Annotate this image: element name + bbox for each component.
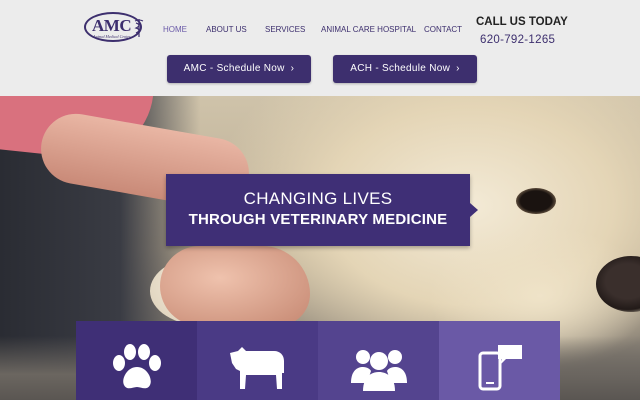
mobile-chat-icon — [478, 345, 522, 391]
hero-banner: CHANGING LIVES THROUGH VETERINARY MEDICI… — [166, 174, 478, 246]
people-icon — [350, 350, 407, 391]
paw-icon — [112, 344, 161, 389]
phone-number-link[interactable]: 620-792-1265 — [480, 34, 555, 46]
hero-headline-line2: THROUGH VETERINARY MEDICINE — [188, 211, 448, 228]
nav-animal-care-hospital[interactable]: ANIMAL CARE HOSPITAL — [321, 25, 416, 37]
hero-photo-hand — [160, 246, 310, 326]
nav-services[interactable]: SERVICES — [265, 25, 305, 37]
ach-schedule-button[interactable]: ACH - Schedule Now › — [333, 55, 477, 83]
hero-headline-line1: CHANGING LIVES — [243, 189, 393, 208]
tile-contact-mobile[interactable] — [439, 321, 560, 400]
nav-about-us[interactable]: ABOUT US — [206, 25, 247, 37]
nav-contact[interactable]: CONTACT — [424, 25, 462, 37]
amc-logo[interactable]: AMC Animal Medical Center — [84, 10, 148, 46]
hero-section: CHANGING LIVES THROUGH VETERINARY MEDICI… — [0, 96, 640, 400]
site-header: AMC Animal Medical Center HOME ABOUT US … — [0, 0, 640, 96]
tile-large-animals[interactable] — [197, 321, 318, 400]
hero-photo-dog-eye — [516, 188, 556, 214]
amc-schedule-label: AMC - Schedule Now — [183, 63, 285, 74]
cow-icon — [229, 347, 284, 389]
chevron-right-icon: › — [290, 63, 295, 74]
amc-schedule-button[interactable]: AMC - Schedule Now › — [167, 55, 311, 83]
tile-client-services[interactable] — [318, 321, 439, 400]
tile-small-animals[interactable] — [76, 321, 197, 400]
nav-home[interactable]: HOME — [163, 25, 187, 37]
ach-schedule-label: ACH - Schedule Now — [350, 63, 451, 74]
chevron-right-icon: › — [456, 63, 460, 74]
logo-subtitle: Animal Medical Center — [93, 34, 131, 39]
call-us-heading: CALL US TODAY — [476, 16, 568, 28]
caduceus-icon — [134, 19, 144, 37]
logo-text: AMC — [92, 16, 132, 35]
hero-photo-dog-nose — [596, 256, 640, 312]
